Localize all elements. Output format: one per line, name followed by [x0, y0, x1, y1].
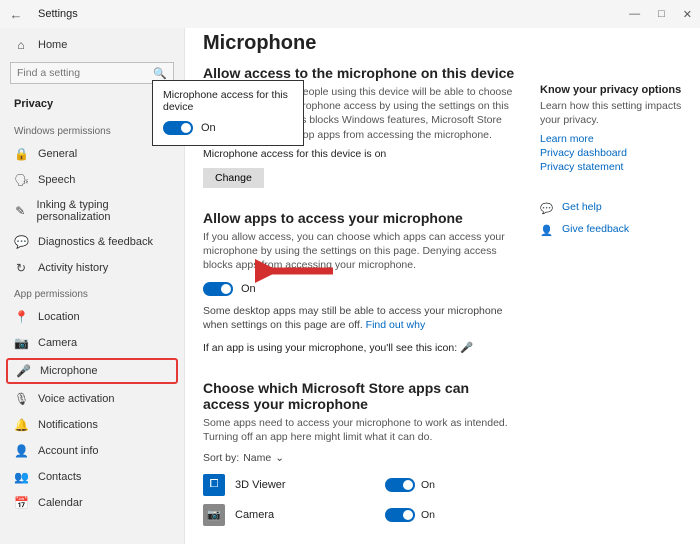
- sidebar-label: Voice activation: [38, 393, 114, 405]
- link-privacy-statement[interactable]: Privacy statement: [540, 161, 690, 173]
- sort-row[interactable]: Sort by: Name ⌄: [203, 452, 682, 464]
- app-toggle-camera[interactable]: [385, 508, 415, 522]
- sidebar-label: Microphone: [40, 365, 97, 377]
- link-label: Get help: [562, 201, 602, 213]
- desktop-apps-note: Some desktop apps may still be able to a…: [203, 304, 513, 332]
- history-icon: ↻: [14, 261, 28, 275]
- toggle-state: On: [421, 479, 435, 491]
- sidebar-label: Location: [38, 311, 80, 323]
- find-out-why-link[interactable]: Find out why: [366, 319, 426, 331]
- sidebar-item-contacts[interactable]: 👥 Contacts: [0, 464, 184, 490]
- sidebar-item-notifications[interactable]: 🔔 Notifications: [0, 412, 184, 438]
- lock-icon: 🔒: [14, 147, 28, 161]
- sidebar-label: Diagnostics & feedback: [38, 236, 153, 248]
- section2-desc: If you allow access, you can choose whic…: [203, 230, 513, 273]
- toggle-state: On: [421, 509, 435, 521]
- location-icon: 📍: [14, 310, 28, 324]
- sidebar-group-appperms: App permissions: [0, 281, 184, 304]
- pen-icon: ✎: [14, 204, 27, 218]
- sidebar-label: Inking & typing personalization: [37, 199, 170, 223]
- sidebar-item-location[interactable]: 📍 Location: [0, 304, 184, 330]
- sidebar-item-inking[interactable]: ✎ Inking & typing personalization: [0, 193, 184, 229]
- sidebar-label: Camera: [38, 337, 77, 349]
- titlebar: ← Settings — □ ✕: [0, 0, 700, 28]
- sort-value: Name: [243, 452, 271, 464]
- link-learn-more[interactable]: Learn more: [540, 133, 690, 145]
- apps-access-toggle[interactable]: [203, 282, 233, 296]
- sidebar-label: Account info: [38, 445, 99, 457]
- toggle-state: On: [201, 122, 216, 134]
- window-controls: — □ ✕: [629, 8, 692, 21]
- app-row-camera: 📷 Camera On: [203, 500, 682, 530]
- account-icon: 👤: [14, 444, 28, 458]
- home-icon: ⌂: [14, 38, 28, 52]
- voice-icon: 🎙: [14, 392, 28, 406]
- speech-icon: 🗣: [14, 173, 28, 187]
- chevron-down-icon: ⌄: [275, 452, 284, 464]
- app-icon-camera: 📷: [203, 504, 225, 526]
- app-name: Camera: [235, 509, 375, 521]
- sidebar-item-activity[interactable]: ↻ Activity history: [0, 255, 184, 281]
- sidebar-label: Activity history: [38, 262, 108, 274]
- app-row-3dviewer: ⧠ 3D Viewer On: [203, 470, 682, 500]
- sidebar-item-diagnostics[interactable]: 💬 Diagnostics & feedback: [0, 229, 184, 255]
- microphone-icon: 🎤: [16, 364, 30, 378]
- sidebar-item-camera[interactable]: 📷 Camera: [0, 330, 184, 356]
- sidebar-label: Speech: [38, 174, 75, 186]
- calendar-icon: 📅: [14, 496, 28, 510]
- close-button[interactable]: ✕: [683, 8, 692, 21]
- search-icon: 🔍: [153, 67, 167, 80]
- section3-title: Choose which Microsoft Store apps can ac…: [203, 380, 513, 412]
- sidebar-label: Home: [38, 39, 67, 51]
- toggle-state: On: [241, 283, 256, 295]
- page-title: Microphone: [203, 32, 682, 55]
- search-input[interactable]: [17, 67, 153, 79]
- help-icon: 💬: [540, 202, 554, 215]
- minimize-button[interactable]: —: [629, 8, 640, 21]
- device-access-toggle[interactable]: [163, 121, 193, 135]
- mic-inuse-icon: 🎤: [460, 342, 473, 354]
- link-label: Give feedback: [562, 223, 629, 235]
- search-box[interactable]: 🔍: [10, 62, 174, 84]
- sidebar-item-home[interactable]: ⌂ Home: [0, 32, 184, 58]
- give-feedback-link[interactable]: 👤 Give feedback: [540, 223, 690, 237]
- popup-title: Microphone access for this device: [163, 89, 293, 113]
- feedback-icon: 👤: [540, 224, 554, 237]
- sidebar-label: Contacts: [38, 471, 81, 483]
- sidebar-item-account[interactable]: 👤 Account info: [0, 438, 184, 464]
- app-name: 3D Viewer: [235, 479, 375, 491]
- section1-title: Allow access to the microphone on this d…: [203, 65, 682, 81]
- sidebar-item-voice[interactable]: 🎙 Voice activation: [0, 386, 184, 412]
- app-icon-3dviewer: ⧠: [203, 474, 225, 496]
- link-privacy-dashboard[interactable]: Privacy dashboard: [540, 147, 690, 159]
- sidebar-item-speech[interactable]: 🗣 Speech: [0, 167, 184, 193]
- app-toggle-3dviewer[interactable]: [385, 478, 415, 492]
- sort-label: Sort by:: [203, 452, 239, 464]
- sidebar-label: Notifications: [38, 419, 98, 431]
- mic-access-popup: Microphone access for this device On: [152, 80, 304, 146]
- right-pane: Know your privacy options Learn how this…: [540, 84, 690, 245]
- get-help-link[interactable]: 💬 Get help: [540, 201, 690, 215]
- mic-icon-line: If an app is using your microphone, you'…: [203, 341, 682, 354]
- sidebar-item-microphone[interactable]: 🎤 Microphone: [6, 358, 178, 384]
- maximize-button[interactable]: □: [658, 8, 665, 21]
- sidebar-label: Calendar: [38, 497, 83, 509]
- rp-desc: Learn how this setting impacts your priv…: [540, 100, 690, 127]
- back-button[interactable]: ←: [8, 7, 24, 22]
- sidebar-item-calendar[interactable]: 📅 Calendar: [0, 490, 184, 516]
- section2-toggle-row: On: [203, 282, 682, 296]
- contacts-icon: 👥: [14, 470, 28, 484]
- bell-icon: 🔔: [14, 418, 28, 432]
- camera-icon: 📷: [14, 336, 28, 350]
- change-button[interactable]: Change: [203, 168, 264, 188]
- section3-desc: Some apps need to access your microphone…: [203, 416, 513, 444]
- window-title: Settings: [38, 8, 78, 20]
- sidebar-label: General: [38, 148, 77, 160]
- feedback-icon: 💬: [14, 235, 28, 249]
- annotation-arrow-2: [255, 258, 335, 284]
- rp-title: Know your privacy options: [540, 84, 690, 96]
